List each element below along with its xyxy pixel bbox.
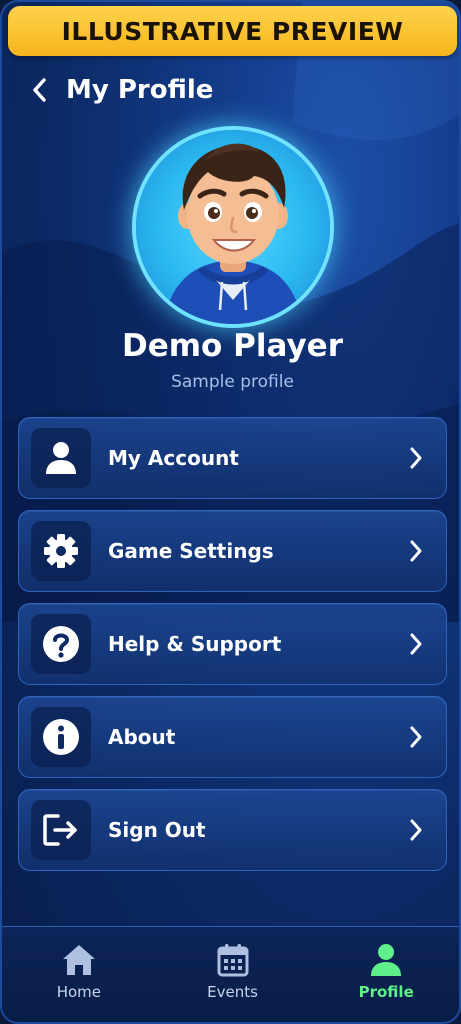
page-title: My Profile bbox=[66, 75, 214, 105]
menu-icon-box bbox=[31, 800, 91, 860]
menu-item-label: My Account bbox=[108, 446, 239, 470]
menu-item-game-settings[interactable]: Game Settings bbox=[18, 510, 447, 592]
menu-item-label: Sign Out bbox=[108, 818, 206, 842]
profile-subtitle: Sample profile bbox=[171, 372, 294, 392]
gear-icon bbox=[44, 534, 78, 568]
avatar[interactable] bbox=[136, 130, 330, 324]
tab-label: Events bbox=[207, 983, 258, 1001]
profile-name: Demo Player bbox=[122, 328, 343, 364]
chevron-right-icon bbox=[402, 537, 430, 565]
banner-text: ILLUSTRATIVE PREVIEW bbox=[61, 16, 404, 46]
chevron-right-icon bbox=[402, 630, 430, 658]
menu-icon-box bbox=[31, 521, 91, 581]
menu-item-sign-out[interactable]: Sign Out bbox=[18, 789, 447, 871]
menu-icon-box bbox=[31, 707, 91, 767]
sign-out-icon bbox=[43, 814, 77, 846]
tab-label: Profile bbox=[358, 983, 414, 1001]
header: My Profile bbox=[2, 66, 459, 114]
calendar-icon bbox=[217, 944, 248, 977]
tab-events[interactable]: Events bbox=[156, 927, 310, 1022]
chevron-right-icon bbox=[402, 723, 430, 751]
menu-item-my-account[interactable]: My Account bbox=[18, 417, 447, 499]
info-icon bbox=[43, 719, 79, 755]
tab-home[interactable]: Home bbox=[2, 927, 156, 1022]
tab-label: Home bbox=[56, 983, 101, 1001]
tab-profile[interactable]: Profile bbox=[309, 927, 459, 1022]
menu-icon-box bbox=[31, 614, 91, 674]
profile-screen: ILLUSTRATIVE PREVIEW My Profile Demo Pla… bbox=[0, 0, 461, 1024]
menu-item-label: Help & Support bbox=[108, 632, 282, 656]
menu-icon-box bbox=[31, 428, 91, 488]
user-icon bbox=[46, 442, 76, 474]
menu-item-label: About bbox=[108, 725, 176, 749]
preview-banner: ILLUSTRATIVE PREVIEW bbox=[8, 6, 457, 56]
back-button[interactable] bbox=[20, 70, 60, 110]
chevron-left-icon bbox=[33, 78, 46, 102]
chevron-right-icon bbox=[402, 444, 430, 472]
menu-item-about[interactable]: About bbox=[18, 696, 447, 778]
bottom-tab-bar: Home Events Profile bbox=[2, 926, 459, 1022]
profile-menu: My Account Game Settings Help & Support … bbox=[18, 417, 447, 882]
home-icon bbox=[62, 945, 95, 975]
menu-item-label: Game Settings bbox=[108, 539, 274, 563]
profile-icon bbox=[371, 944, 402, 976]
chevron-right-icon bbox=[402, 816, 430, 844]
menu-item-help-support[interactable]: Help & Support bbox=[18, 603, 447, 685]
avatar-illustration bbox=[164, 143, 302, 324]
question-icon bbox=[43, 626, 79, 662]
